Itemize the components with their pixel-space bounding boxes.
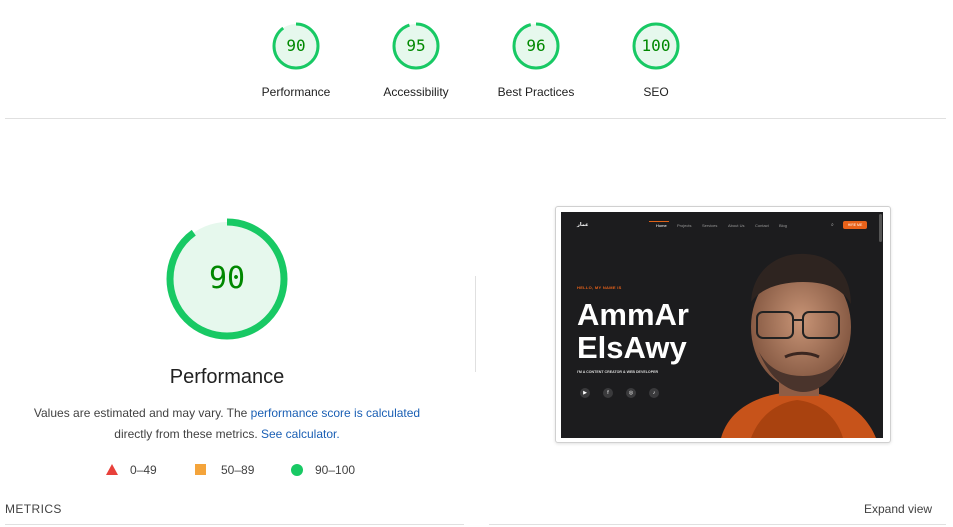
legend-range: 90–100	[315, 463, 356, 477]
nav-link: About Us	[728, 223, 745, 228]
see-calculator-link[interactable]: See calculator.	[261, 427, 340, 441]
square-icon	[195, 464, 206, 475]
hero-subtitle: I'M A CONTENT CREATOR & WEB DEVELOPER	[577, 370, 659, 374]
category-summary: 90 Performance 95 Accessibility 96 Best …	[0, 0, 953, 118]
gauge-performance[interactable]: 90 Performance	[241, 22, 351, 102]
instagram-icon: ◎	[626, 388, 636, 398]
youtube-icon: ▶	[580, 388, 590, 398]
divider	[5, 118, 946, 119]
portrait-image	[721, 253, 876, 438]
gauge-label: SEO	[643, 85, 669, 99]
gauge-accessibility[interactable]: 95 Accessibility	[361, 22, 471, 102]
gauge-seo[interactable]: 100 SEO	[601, 22, 711, 102]
hero-greeting: HELLO, MY NAME IS	[577, 285, 622, 290]
nav-link: Services	[702, 223, 718, 228]
nav-link: Projects	[677, 223, 692, 228]
site-logo: عمار	[577, 222, 589, 228]
hero-name-line: ElsAwy	[577, 330, 687, 365]
triangle-icon	[106, 464, 118, 475]
gauge-label: Best Practices	[497, 85, 575, 99]
legend-range: 50–89	[221, 463, 255, 477]
scrollbar	[879, 214, 882, 242]
performance-score: 90	[208, 261, 246, 296]
gauge-label: Performance	[261, 85, 331, 99]
expand-view-toggle[interactable]: Expand view	[864, 502, 932, 516]
gauge-best-practices[interactable]: 96 Best Practices	[481, 22, 591, 102]
legend-range: 0–49	[130, 463, 157, 477]
vertical-divider	[475, 276, 476, 372]
circle-icon	[291, 464, 303, 476]
nav-active-indicator	[649, 221, 669, 222]
nav-link: Home	[656, 223, 667, 228]
final-screenshot[interactable]: عمار Home Projects Services About Us Con…	[555, 206, 891, 443]
tiktok-icon: ♪	[649, 388, 659, 398]
gauge-score: 96	[526, 36, 546, 55]
score-legend: 0–49 50–89 90–100	[106, 462, 366, 478]
gauge-score: 95	[406, 36, 426, 55]
performance-title: Performance	[169, 366, 285, 388]
gauge-score: 90	[286, 36, 306, 55]
facebook-icon: f	[603, 388, 613, 398]
gauge-label: Accessibility	[383, 85, 449, 99]
screenshot-image: عمار Home Projects Services About Us Con…	[561, 212, 883, 438]
divider	[5, 524, 464, 525]
hire-button: HIRE ME	[843, 221, 867, 229]
search-icon: ⌕	[831, 222, 834, 228]
description-text: Values are estimated and may vary. The	[33, 406, 251, 420]
nav-link: Contact	[755, 223, 769, 228]
score-calculated-link[interactable]: performance score is calculated	[251, 406, 420, 420]
nav-link: Blog	[779, 223, 788, 228]
description-text: directly from these metrics.	[114, 427, 261, 441]
score-description: Values are estimated and may vary. The p…	[20, 403, 434, 445]
metrics-heading: METRICS	[5, 502, 62, 516]
gauge-score: 100	[641, 36, 671, 55]
hero-name: AmmAr ElsAwy	[577, 298, 689, 364]
hero-name-line: AmmAr	[577, 297, 689, 332]
divider	[489, 524, 946, 525]
